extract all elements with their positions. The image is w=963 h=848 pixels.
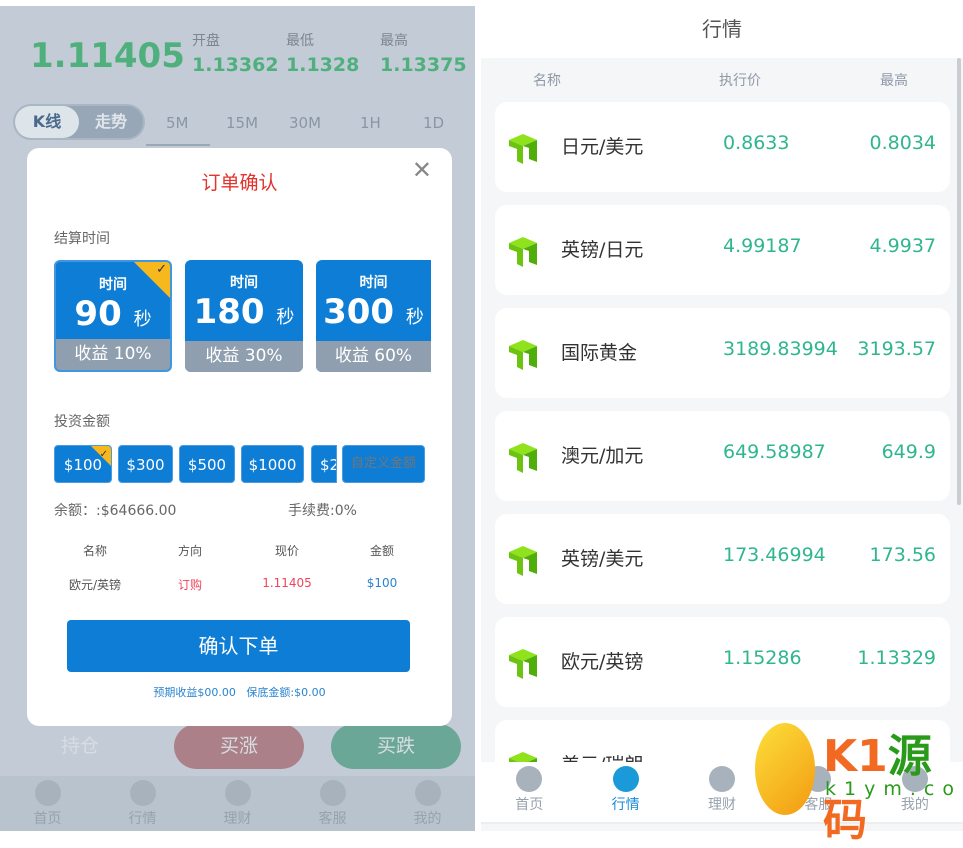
order-confirm-modal: 订单确认 ✕ 结算时间 时间 90 秒 收益 10% ✓ 时间 180 秒 收益…	[27, 148, 452, 726]
mode-kline[interactable]: K线	[15, 106, 79, 138]
neo-coin-icon	[509, 649, 537, 679]
time-option-90[interactable]: 时间 90 秒 收益 10% ✓	[54, 260, 172, 372]
confirm-order-button[interactable]: 确认下单	[67, 620, 410, 672]
high-price: 649.9	[881, 441, 936, 463]
neo-coin-icon	[509, 443, 537, 473]
time-option-300[interactable]: 时间 300 秒 收益 60%	[316, 260, 431, 372]
col-direction: 方向	[177, 544, 202, 558]
neo-coin-icon	[509, 134, 537, 164]
finance-icon	[709, 766, 736, 792]
high-price: 3193.57	[857, 338, 936, 360]
trend-icon	[129, 780, 156, 806]
pair-name: 欧元/英镑	[561, 651, 644, 673]
home-icon	[34, 780, 61, 806]
stat-high: 最高 1.13375	[380, 33, 467, 76]
custom-amount-input[interactable]	[342, 445, 425, 483]
pair-name: 英镑/美元	[561, 548, 644, 570]
neo-coin-icon	[509, 340, 537, 370]
market-row[interactable]: 国际黄金 3189.83994 3193.57	[495, 308, 950, 398]
tf-1d[interactable]: 1D	[423, 114, 444, 132]
pair-name: 澳元/加元	[561, 445, 644, 467]
user-icon	[414, 780, 441, 806]
time-option-180[interactable]: 时间 180 秒 收益 30%	[185, 260, 303, 372]
tab-home[interactable]: 首页	[0, 776, 95, 831]
home-icon	[516, 766, 543, 792]
amount-300[interactable]: $300	[118, 445, 173, 483]
amount-500[interactable]: $500	[179, 445, 235, 483]
market-screen: 行情 名称 执行价 最高 日元/美元 0.8633 0.8034 英镑/日元 4…	[481, 0, 963, 831]
balance: 余额：:$64666.00	[54, 503, 177, 519]
hold-button[interactable]: 持仓	[30, 724, 130, 769]
settle-label: 结算时间	[54, 231, 110, 247]
amount-label: 投资金额	[54, 414, 110, 430]
market-row[interactable]: 日元/美元 0.8633 0.8034	[495, 102, 950, 192]
check-icon: ✓	[99, 449, 108, 460]
order-footnote: 预期收益$00.00 保底金额:$0.00	[153, 686, 326, 699]
market-row[interactable]: 澳元/加元 649.58987 649.9	[495, 411, 950, 501]
exec-price: 3189.83994	[723, 338, 838, 360]
tab-service[interactable]: 客服	[285, 776, 380, 831]
order-direction: 订购	[177, 578, 202, 592]
col-name: 名称	[533, 73, 561, 89]
high-price: 1.13329	[857, 647, 936, 669]
exec-price: 0.8633	[723, 132, 790, 154]
amount-1000[interactable]: $1000	[241, 445, 304, 483]
high-price: 4.9937	[869, 235, 936, 257]
order-name: 欧元/英镑	[68, 578, 122, 592]
tab-market[interactable]: 行情	[577, 762, 673, 822]
tab-me[interactable]: 我的	[380, 776, 475, 831]
watermark-logo: K1源码 k1ym.com	[735, 720, 963, 846]
exec-price: 649.58987	[723, 441, 826, 463]
exec-price: 1.15286	[723, 647, 802, 669]
neo-coin-icon	[509, 546, 537, 576]
order-amount: $100	[366, 576, 398, 590]
tf-15m[interactable]: 15M	[226, 114, 258, 132]
finance-icon	[224, 780, 251, 806]
close-icon[interactable]: ✕	[412, 156, 432, 184]
high-price: 0.8034	[869, 132, 936, 154]
mode-trend[interactable]: 走势	[79, 106, 143, 138]
tab-finance[interactable]: 理财	[190, 776, 285, 831]
tab-home[interactable]: 首页	[481, 762, 577, 822]
fee: 手续费:0%	[288, 503, 357, 519]
col-price: 执行价	[719, 73, 761, 89]
market-row[interactable]: 英镑/日元 4.99187 4.9937	[495, 205, 950, 295]
pair-name: 日元/美元	[561, 136, 644, 158]
market-row[interactable]: 英镑/美元 173.46994 173.56	[495, 514, 950, 604]
exec-price: 173.46994	[723, 544, 826, 566]
tf-5m[interactable]: 5M	[166, 114, 189, 132]
pair-name: 国际黄金	[561, 342, 638, 364]
amount-100[interactable]: $100 ✓	[54, 445, 112, 483]
modal-title: 订单确认	[201, 172, 278, 194]
market-row[interactable]: 欧元/英镑 1.15286 1.13329	[495, 617, 950, 707]
col-name: 名称	[82, 544, 107, 558]
current-price: 1.11405	[30, 36, 185, 76]
left-tab-bar: 首页 行情 理财 客服 我的	[0, 776, 475, 831]
check-icon: ✓	[156, 262, 167, 277]
pair-name: 英镑/日元	[561, 239, 644, 261]
buy-down-button[interactable]: 买跌	[331, 724, 461, 769]
scrollbar[interactable]	[957, 58, 961, 505]
high-price: 173.56	[869, 544, 936, 566]
col-amount: 金额	[369, 544, 394, 558]
tf-underline	[146, 144, 210, 146]
stat-low: 最低 1.1328	[286, 33, 360, 76]
col-price: 现价	[274, 544, 299, 558]
order-price: 1.11405	[262, 576, 312, 590]
neo-coin-icon	[509, 237, 537, 267]
tf-30m[interactable]: 30M	[289, 114, 321, 132]
stat-open: 开盘 1.13362	[192, 33, 279, 76]
chart-mode-toggle[interactable]: K线 走势	[13, 104, 145, 140]
col-high: 最高	[880, 73, 908, 89]
trend-icon	[612, 766, 639, 792]
tab-market[interactable]: 行情	[95, 776, 190, 831]
amount-2000[interactable]: $2	[311, 445, 337, 483]
tf-1h[interactable]: 1H	[360, 114, 381, 132]
buy-up-button[interactable]: 买涨	[174, 724, 304, 769]
exec-price: 4.99187	[723, 235, 802, 257]
page-title: 行情	[481, 0, 963, 58]
headset-icon	[319, 780, 346, 806]
